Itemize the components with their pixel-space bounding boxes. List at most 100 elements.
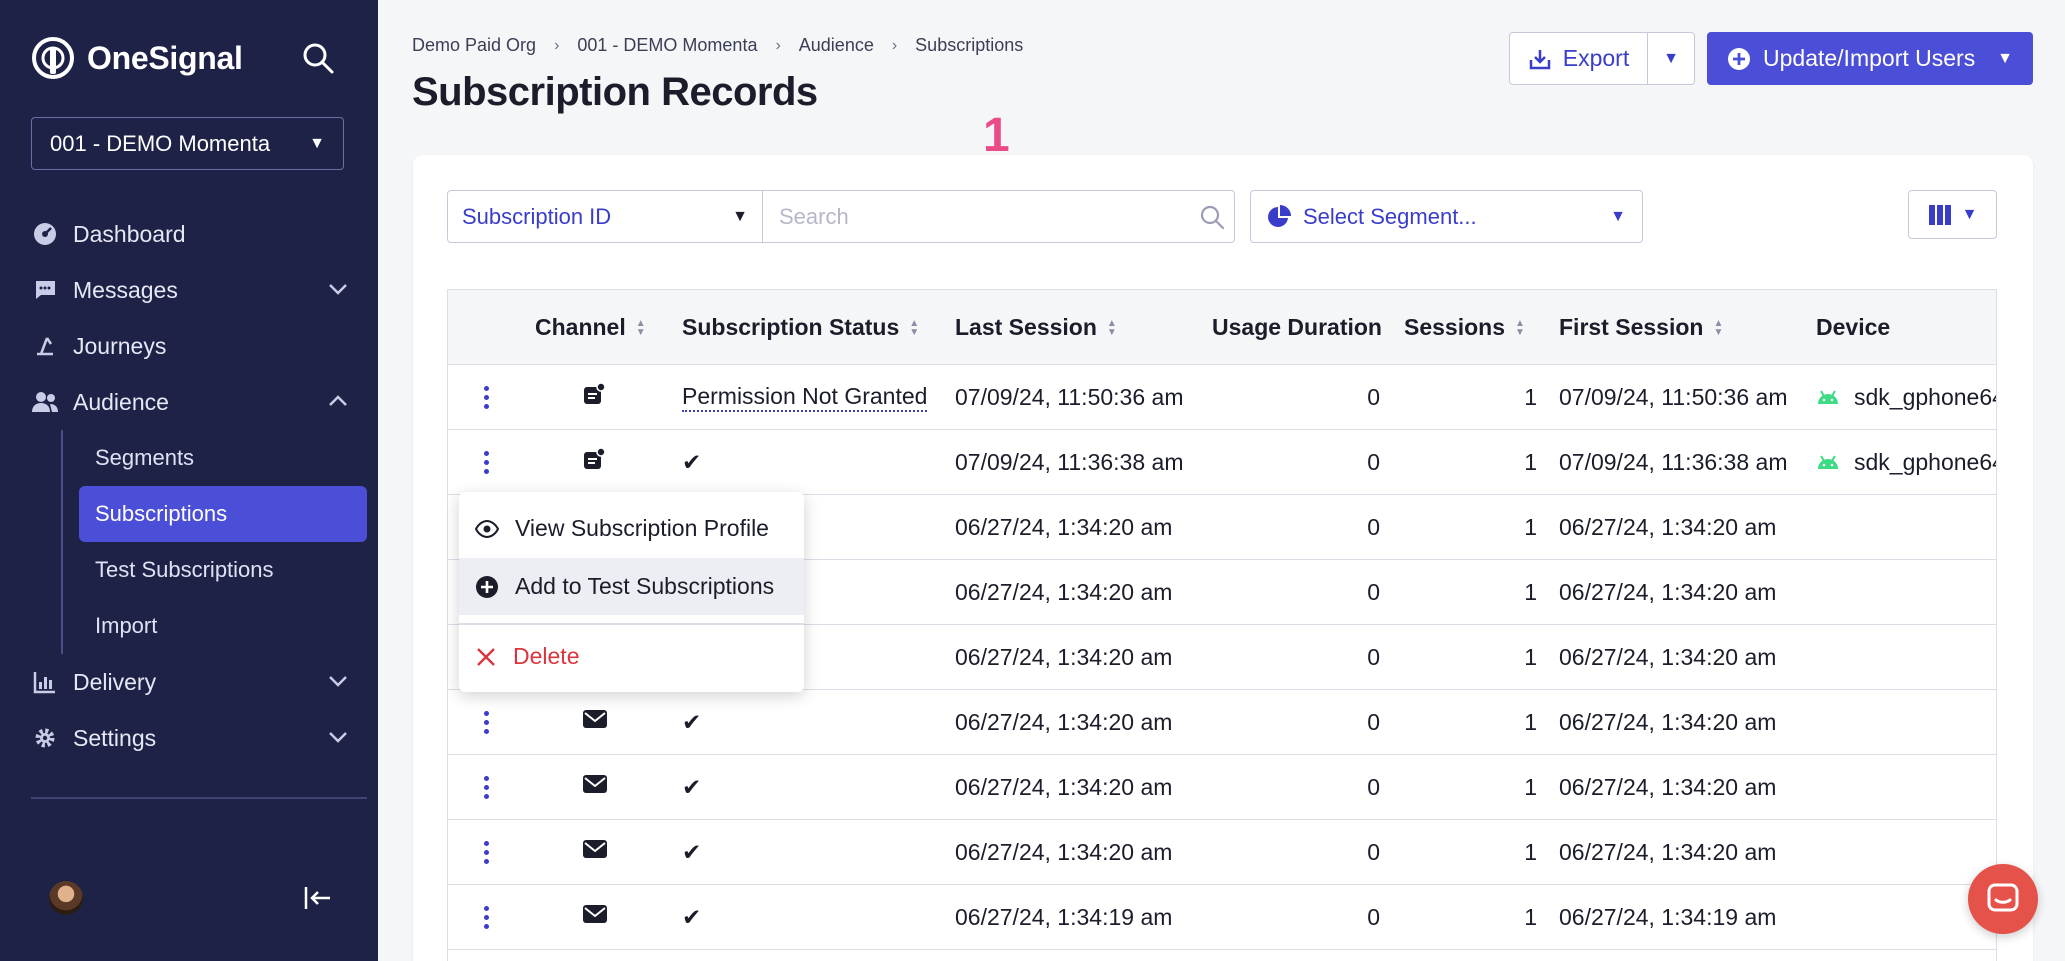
avatar[interactable] (49, 881, 83, 915)
row-context-menu: View Subscription Profile Add to Test Su… (459, 492, 804, 692)
segment-select[interactable]: Select Segment... ▼ (1250, 190, 1643, 243)
column-header-sessions[interactable]: Sessions ▲ ▼ (1404, 290, 1525, 365)
sidebar-subitem-test-subscriptions[interactable]: Test Subscriptions (79, 542, 367, 598)
kebab-menu-icon[interactable] (476, 447, 496, 477)
plus-circle-icon (1728, 47, 1750, 70)
sidebar-item-label: Settings (73, 724, 157, 751)
chevron-down-icon[interactable] (327, 670, 349, 692)
search-field-label: Subscription ID (462, 203, 612, 229)
menu-item-label: Add to Test Subscriptions (515, 573, 775, 599)
caret-down-icon: ▼ (309, 134, 325, 152)
column-header-status[interactable]: Subscription Status ▲ ▼ (682, 290, 919, 365)
sessions-cell: 1 (1524, 903, 1537, 930)
search-icon[interactable] (1198, 203, 1226, 231)
export-button[interactable]: Export (1509, 32, 1649, 85)
last-session-cell: 06/27/24, 1:34:19 am (955, 903, 1173, 930)
caret-down-icon: ▼ (1663, 49, 1679, 67)
chevron-right-icon: › (554, 36, 560, 54)
sort-icon: ▲ ▼ (1106, 317, 1117, 338)
view-subscription-profile-item[interactable]: View Subscription Profile (459, 500, 804, 557)
kebab-menu-icon[interactable] (476, 382, 496, 412)
sessions-cell: 1 (1524, 708, 1537, 735)
column-header-label: Last Session (955, 314, 1097, 340)
sidebar-item-dashboard[interactable]: Dashboard (31, 206, 367, 262)
chevron-down-icon[interactable] (327, 278, 349, 300)
sidebar-nav: Dashboard Messages Journeys Audience Seg… (31, 206, 367, 766)
sidebar-subitem-import[interactable]: Import (79, 598, 367, 654)
row-actions-cell (476, 430, 496, 494)
column-settings-button[interactable]: ▼ (1908, 190, 1997, 239)
chevron-right-icon: › (891, 36, 898, 54)
kebab-menu-icon[interactable] (476, 707, 496, 737)
search-icon[interactable] (300, 40, 336, 76)
column-header-usage-duration[interactable]: Usage Duration (1212, 290, 1382, 365)
add-to-test-subscriptions-item[interactable]: Add to Test Subscriptions (459, 558, 804, 615)
push-notification-icon (582, 447, 606, 477)
table-row: ✔ 06/27/24, 1:34:20 am 0 1 06/27/24, 1:34:20… (448, 755, 1996, 820)
sidebar-item-messages[interactable]: Messages (31, 262, 367, 318)
brand[interactable]: OneSignal (31, 36, 243, 80)
kebab-menu-icon[interactable] (476, 837, 496, 867)
search-field-select[interactable]: Subscription ID ▼ (447, 190, 763, 243)
breadcrumb-item[interactable]: Subscriptions (915, 35, 1023, 56)
device-cell: sdk_gphone64 (1816, 430, 1996, 494)
status-text[interactable]: Permission Not Granted (682, 383, 928, 412)
chevron-right-icon: › (775, 36, 781, 54)
column-header-device[interactable]: Device (1816, 290, 1890, 365)
caret-down-icon: ▼ (1961, 205, 1978, 223)
column-header-label: Usage Duration (1212, 314, 1382, 340)
org-selector[interactable]: 001 - DEMO Momenta ▼ (31, 117, 344, 170)
message-bubble-icon (31, 276, 59, 304)
sidebar-divider (31, 797, 367, 799)
column-header-label: Device (1816, 314, 1891, 340)
channel-cell (582, 820, 608, 884)
last-session-cell: 06/27/24, 1:34:20 am (955, 773, 1173, 800)
sidebar-item-audience[interactable]: Audience (31, 374, 367, 430)
channel-cell (582, 885, 608, 949)
usage-duration-cell: 0 (1367, 578, 1380, 605)
first-session-cell: 06/27/24, 1:34:20 am (1559, 578, 1777, 605)
download-icon (1529, 49, 1550, 69)
search-input[interactable] (762, 190, 1235, 243)
check-icon: ✔ (682, 903, 702, 930)
sidebar-item-delivery[interactable]: Delivery (31, 654, 367, 710)
sidebar-subitem-subscriptions[interactable]: Subscriptions (79, 486, 367, 542)
usage-duration-cell: 0 (1367, 383, 1380, 410)
chevron-down-icon[interactable] (327, 726, 349, 748)
table-row: ✔ 07/09/24, 11:36:38 am 0 1 07/09/24, 11:36:… (448, 430, 1996, 495)
sidebar-subitem-segments[interactable]: Segments (79, 430, 367, 486)
chevron-up-icon[interactable] (327, 390, 349, 412)
delete-item[interactable]: Delete (459, 628, 804, 685)
gear-icon (31, 724, 59, 752)
column-header-first-session[interactable]: First Session ▲ ▼ (1559, 290, 1723, 365)
breadcrumb-item[interactable]: Demo Paid Org (412, 35, 536, 56)
org-selector-label: 001 - DEMO Momenta (50, 130, 271, 156)
sidebar-item-label: Messages (73, 276, 178, 303)
kebab-menu-icon[interactable] (476, 772, 496, 802)
sessions-cell: 1 (1524, 513, 1537, 540)
chat-button[interactable] (1968, 864, 2038, 934)
kebab-menu-icon[interactable] (476, 902, 496, 932)
sessions-cell: 1 (1524, 838, 1537, 865)
breadcrumb-item[interactable]: 001 - DEMO Momenta (577, 35, 757, 56)
sidebar-item-label: Delivery (73, 668, 157, 695)
close-icon (477, 647, 495, 666)
collapse-sidebar-icon[interactable] (302, 884, 334, 912)
row-actions-cell (476, 820, 496, 884)
sidebar-item-label: Dashboard (73, 220, 186, 247)
update-import-users-button[interactable]: Update/Import Users ▼ (1707, 32, 2033, 85)
sidebar-item-journeys[interactable]: Journeys (31, 318, 367, 374)
column-header-last-session[interactable]: Last Session ▲ ▼ (955, 290, 1117, 365)
column-header-channel[interactable]: Channel ▲ ▼ (535, 290, 646, 365)
breadcrumb-item[interactable]: Audience (799, 35, 874, 56)
last-session-cell: 07/09/24, 11:36:38 am (955, 448, 1184, 475)
first-session-cell: 07/09/24, 11:50:36 am (1559, 383, 1788, 410)
channel-cell (582, 365, 606, 429)
row-actions-cell (476, 885, 496, 949)
export-options-button[interactable]: ▼ (1647, 32, 1695, 85)
sidebar-item-settings[interactable]: Settings (31, 710, 367, 766)
brand-name: OneSignal (87, 39, 243, 76)
status-cell: ✔ (682, 820, 701, 884)
caret-down-icon: ▼ (1997, 49, 2013, 67)
usage-duration-cell: 0 (1367, 773, 1380, 800)
